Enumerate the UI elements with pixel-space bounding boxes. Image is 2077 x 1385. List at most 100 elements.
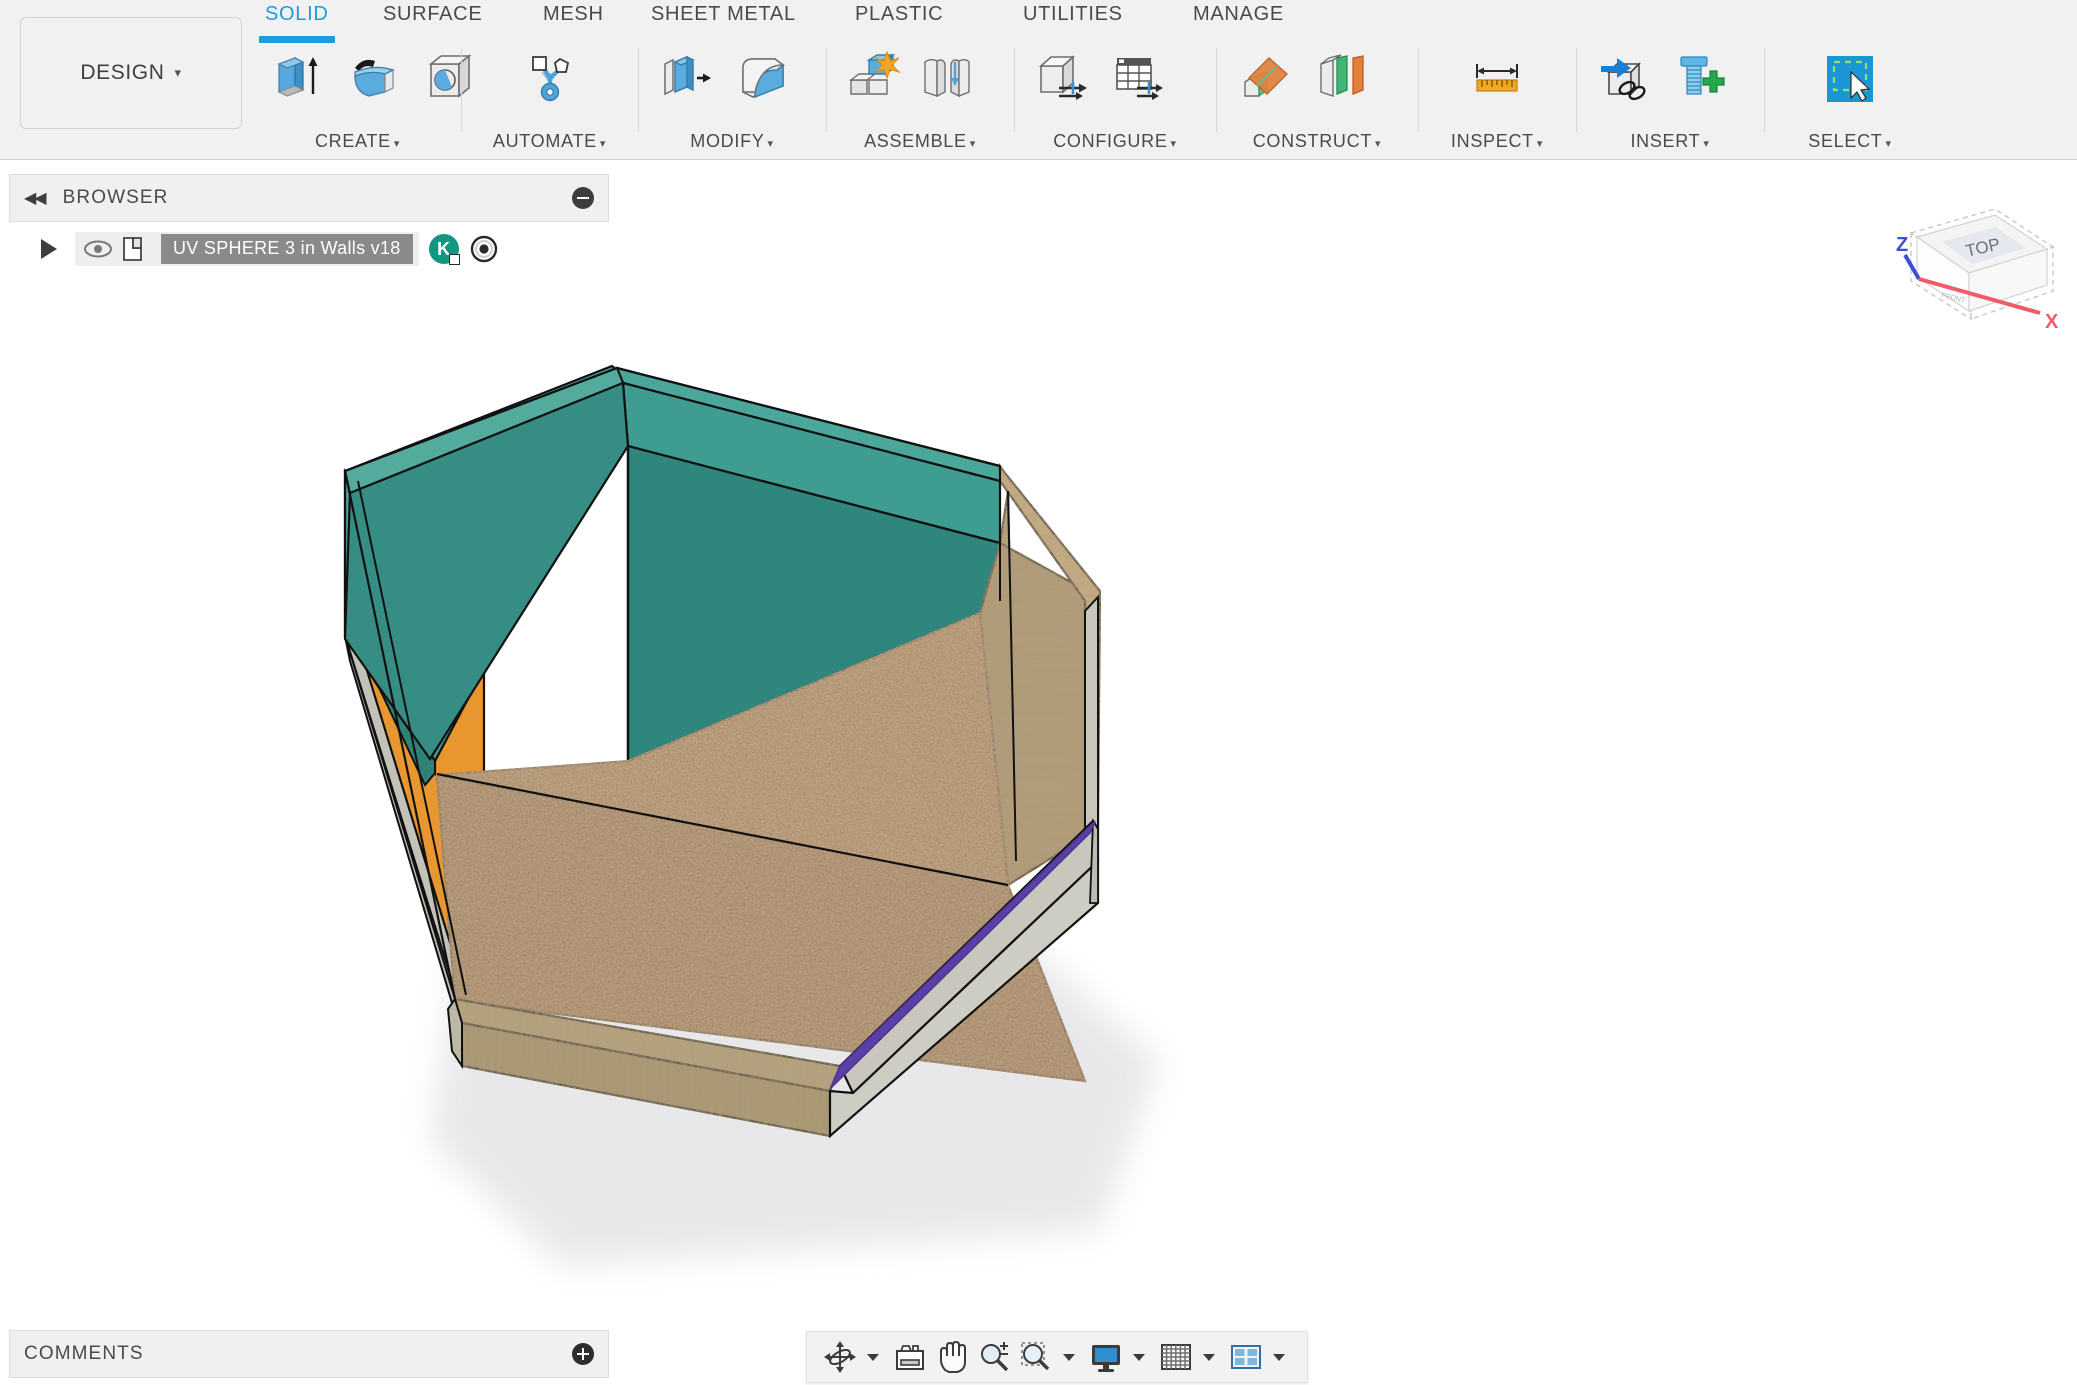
- nav-look-at[interactable]: [891, 1335, 929, 1379]
- workspace-label: DESIGN: [80, 61, 165, 84]
- panel-inspect: INSPECT ▾: [1419, 36, 1575, 160]
- viewport-canvas[interactable]: [0, 161, 2077, 1385]
- collapsed-triangle-icon[interactable]: [41, 239, 57, 259]
- panel-automate: AUTOMATE ▾: [462, 36, 637, 160]
- tab-label: MESH: [543, 3, 604, 25]
- workspace-switcher-button[interactable]: DESIGN ▾: [20, 17, 242, 129]
- orbit-icon: [824, 1341, 856, 1373]
- tab-label: SHEET METAL: [651, 3, 796, 25]
- chevron-down-icon: ▾: [767, 138, 774, 150]
- tab-utilities[interactable]: UTILITIES: [1023, 3, 1123, 37]
- browser-panel: ◀◀ BROWSER UV SPHERE 3 in Walls v18 K: [9, 174, 609, 278]
- chevron-down-icon: ▾: [1170, 138, 1177, 150]
- orbit-dropdown-caret[interactable]: [867, 1353, 879, 1361]
- plus-circle-icon[interactable]: [572, 1343, 594, 1365]
- extrude-icon[interactable]: [269, 48, 327, 106]
- panel-insert-label[interactable]: INSERT ▾: [1577, 131, 1763, 152]
- panel-construct: CONSTRUCT ▾: [1217, 36, 1417, 160]
- midplane-icon[interactable]: [1313, 48, 1371, 106]
- comments-title: COMMENTS: [24, 1343, 144, 1364]
- insert-derive-icon[interactable]: [1595, 48, 1653, 106]
- panel-insert: INSERT ▾: [1577, 36, 1763, 160]
- browser-tree: UV SPHERE 3 in Walls v18 K: [9, 222, 609, 278]
- chevron-down-icon: ▾: [1885, 138, 1892, 150]
- pan-hand-icon: [939, 1340, 966, 1373]
- axis-z-label: Z: [1896, 234, 1908, 256]
- tab-surface[interactable]: SURFACE: [383, 3, 482, 37]
- measure-icon[interactable]: [1468, 48, 1526, 106]
- tab-mesh[interactable]: MESH: [543, 3, 604, 37]
- look-at-icon: [896, 1345, 924, 1370]
- configure-part-icon[interactable]: [1033, 48, 1091, 106]
- nav-zoom-window[interactable]: [1017, 1335, 1055, 1379]
- tab-label: UTILITIES: [1023, 3, 1123, 25]
- view-cube[interactable]: TOP FRONT Z X: [1885, 185, 2075, 365]
- ribbon-toolbar: DESIGN ▾ SOLID SURFACE MESH SHEET METAL …: [0, 0, 2077, 160]
- nav-pan[interactable]: [933, 1335, 971, 1379]
- display-settings-icon: [1092, 1345, 1120, 1372]
- nav-zoom[interactable]: [975, 1335, 1013, 1379]
- minus-circle-icon[interactable]: [572, 187, 594, 209]
- panel-construct-label[interactable]: CONSTRUCT ▾: [1217, 131, 1417, 152]
- viewports-dropdown-caret[interactable]: [1273, 1353, 1285, 1361]
- configure-table-icon[interactable]: [1109, 48, 1167, 106]
- nav-viewports[interactable]: [1227, 1335, 1265, 1379]
- comments-panel[interactable]: COMMENTS: [9, 1330, 609, 1378]
- fillet-icon[interactable]: [735, 48, 793, 106]
- zoom-magnifier-icon: [981, 1342, 1009, 1372]
- panel-create-label[interactable]: CREATE ▾: [255, 131, 460, 152]
- chevron-down-icon: ▾: [1703, 138, 1710, 150]
- panel-select: SELECT ▾: [1765, 36, 1935, 160]
- tab-manage[interactable]: MANAGE: [1193, 3, 1284, 37]
- chevron-down-icon: ▾: [969, 138, 976, 150]
- panel-assemble-label[interactable]: ASSEMBLE ▾: [827, 131, 1013, 152]
- eye-icon[interactable]: [81, 236, 115, 262]
- insert-mcmaster-icon[interactable]: [1669, 48, 1727, 106]
- collapse-panel-icon[interactable]: ◀◀: [24, 188, 47, 208]
- viewport-layout-icon: [1231, 1345, 1261, 1369]
- panel-modify-label[interactable]: MODIFY ▾: [639, 131, 825, 152]
- tab-label: SURFACE: [383, 3, 483, 25]
- panel-configure-label[interactable]: CONFIGURE ▾: [1015, 131, 1215, 152]
- tree-row-chip: UV SPHERE 3 in Walls v18: [75, 232, 419, 266]
- model-render: [343, 364, 1160, 1266]
- nav-grid-snaps[interactable]: [1157, 1335, 1195, 1379]
- tab-plastic[interactable]: PLASTIC: [855, 3, 943, 37]
- tab-solid[interactable]: SOLID: [259, 3, 335, 43]
- tab-sheet-metal[interactable]: SHEET METAL: [651, 3, 796, 37]
- revolve-icon[interactable]: [345, 48, 403, 106]
- press-pull-icon[interactable]: [657, 48, 715, 106]
- axis-x-label: X: [2045, 311, 2059, 333]
- activate-target-icon[interactable]: [469, 234, 499, 264]
- panel-automate-label[interactable]: AUTOMATE ▾: [462, 131, 637, 152]
- chevron-down-icon: ▾: [174, 65, 182, 80]
- k-badge-icon[interactable]: K: [428, 234, 460, 265]
- chevron-down-icon: ▾: [393, 138, 401, 150]
- nav-orbit[interactable]: [821, 1335, 859, 1379]
- navigation-bar: [806, 1331, 1308, 1383]
- panel-inspect-label[interactable]: INSPECT ▾: [1419, 131, 1575, 152]
- browser-header[interactable]: ◀◀ BROWSER: [9, 174, 609, 222]
- panel-assemble: ASSEMBLE ▾: [827, 36, 1013, 160]
- display-settings-dropdown-caret[interactable]: [1133, 1353, 1145, 1361]
- grid-dropdown-caret[interactable]: [1203, 1353, 1215, 1361]
- new-component-icon[interactable]: [843, 48, 901, 106]
- grid-icon: [1161, 1344, 1191, 1370]
- panel-select-label[interactable]: SELECT ▾: [1765, 131, 1935, 152]
- tab-label: MANAGE: [1193, 3, 1284, 25]
- component-name[interactable]: UV SPHERE 3 in Walls v18: [161, 234, 413, 264]
- automate-icon[interactable]: [521, 48, 579, 106]
- chevron-down-icon: ▾: [1536, 138, 1544, 150]
- tab-label: SOLID: [265, 3, 329, 25]
- k-badge-square: [448, 254, 460, 265]
- joint-icon[interactable]: [917, 48, 975, 106]
- tab-label: PLASTIC: [855, 3, 944, 25]
- nav-display-settings[interactable]: [1087, 1335, 1125, 1379]
- select-window-icon[interactable]: [1821, 48, 1879, 106]
- offset-plane-icon[interactable]: [1237, 48, 1295, 106]
- panel-create: CREATE ▾: [255, 36, 472, 160]
- chevron-down-icon: ▾: [1375, 138, 1382, 150]
- zoom-window-dropdown-caret[interactable]: [1063, 1353, 1075, 1361]
- fusion360-window: DESIGN ▾ SOLID SURFACE MESH SHEET METAL …: [0, 0, 2077, 1385]
- tree-row[interactable]: UV SPHERE 3 in Walls v18 K: [9, 230, 609, 268]
